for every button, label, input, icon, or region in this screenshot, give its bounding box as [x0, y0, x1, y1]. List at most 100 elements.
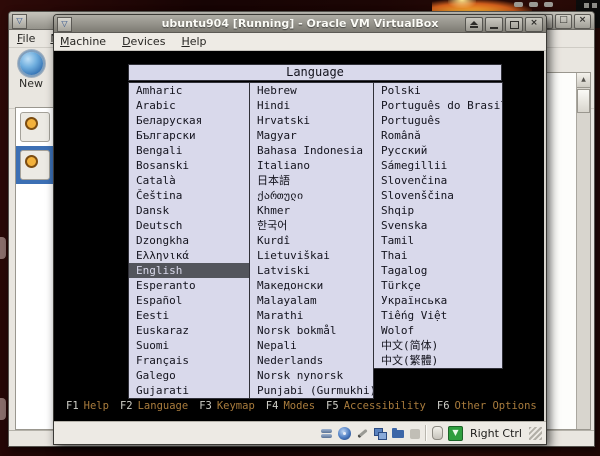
language-option[interactable]: Punjabi (Gurmukhi) — [250, 383, 373, 398]
language-option[interactable]: Arabic — [129, 98, 249, 113]
usb-devices-icon[interactable] — [356, 427, 369, 440]
language-option[interactable]: Українська — [374, 293, 502, 308]
vm-system-menu-icon[interactable]: ▽ — [57, 17, 72, 32]
eject-icon — [470, 21, 478, 25]
desktop-background: ▽ – □ × File Machine Help New Settings — [0, 0, 600, 456]
network-adapters-icon[interactable] — [374, 427, 387, 440]
cd-rom-icon[interactable] — [338, 427, 351, 440]
language-option[interactable]: Lietuviškai — [250, 248, 373, 263]
vm-menu-help[interactable]: Help — [181, 35, 206, 48]
language-option[interactable]: Čeština — [129, 188, 249, 203]
language-option[interactable]: Malayalam — [250, 293, 373, 308]
language-column-3: PolskiPortuguês do BrasilPortuguêsRomână… — [373, 82, 503, 369]
language-option[interactable]: Slovenščina — [374, 188, 502, 203]
language-option[interactable]: Euskaraz — [129, 323, 249, 338]
language-option[interactable]: Nepali — [250, 338, 373, 353]
language-option[interactable]: Македонски — [250, 278, 373, 293]
language-option[interactable]: Български — [129, 128, 249, 143]
language-option[interactable]: Suomi — [129, 338, 249, 353]
language-option[interactable]: Svenska — [374, 218, 502, 233]
manager-maximize-button[interactable]: □ — [555, 14, 572, 29]
language-option[interactable]: Русский — [374, 143, 502, 158]
vm-titlebar[interactable]: ▽ ubuntu904 [Running] - Oracle VM Virtua… — [54, 15, 546, 33]
language-option[interactable]: ქართული — [250, 188, 373, 203]
vm-maximize-button[interactable] — [505, 17, 523, 32]
language-option[interactable]: Marathi — [250, 308, 373, 323]
language-option[interactable]: Gujarati — [129, 383, 249, 398]
language-option[interactable]: Hindi — [250, 98, 373, 113]
panel-indicator-dots — [514, 2, 553, 7]
language-option[interactable]: 한국어 — [250, 218, 373, 233]
shared-folders-icon[interactable] — [392, 427, 405, 440]
language-option[interactable]: Italiano — [250, 158, 373, 173]
language-option[interactable]: Slovenčina — [374, 173, 502, 188]
vm-os-icon — [20, 150, 50, 180]
language-option[interactable]: Català — [129, 173, 249, 188]
vm-minimize-button[interactable] — [485, 17, 503, 32]
language-option[interactable]: Türkçe — [374, 278, 502, 293]
language-option[interactable]: Wolof — [374, 323, 502, 338]
statusbar-separator — [425, 425, 427, 441]
language-option[interactable]: Беларуская — [129, 113, 249, 128]
vm-menu-machine[interactable]: Machine — [60, 35, 106, 48]
language-option[interactable]: 日本語 — [250, 173, 373, 188]
vm-close-button[interactable]: × — [525, 17, 543, 32]
function-key-hint: F5Accessibility — [326, 400, 426, 412]
language-column-2: HebrewHindiHrvatskiMagyarBahasa Indonesi… — [249, 82, 374, 399]
language-option[interactable]: Dzongkha — [129, 233, 249, 248]
language-option[interactable]: Hrvatski — [250, 113, 373, 128]
language-option[interactable]: Thai — [374, 248, 502, 263]
new-vm-label: New — [19, 77, 43, 90]
language-option[interactable]: Norsk bokmål — [250, 323, 373, 338]
language-option[interactable]: Norsk nynorsk — [250, 368, 373, 383]
language-option[interactable]: Amharic — [129, 83, 249, 98]
language-option[interactable]: Tamil — [374, 233, 502, 248]
language-option[interactable]: Nederlands — [250, 353, 373, 368]
new-vm-button[interactable]: New — [19, 52, 43, 90]
language-option[interactable]: Dansk — [129, 203, 249, 218]
language-option[interactable]: Français — [129, 353, 249, 368]
language-option[interactable]: Ελληνικά — [129, 248, 249, 263]
language-option[interactable]: Bahasa Indonesia — [250, 143, 373, 158]
language-option[interactable]: Română — [374, 128, 502, 143]
language-option[interactable]: Português do Brasil — [374, 98, 502, 113]
scrollbar-thumb[interactable] — [577, 89, 590, 113]
language-option[interactable]: Português — [374, 113, 502, 128]
manager-system-menu-icon[interactable]: ▽ — [12, 14, 27, 29]
language-option[interactable]: Polski — [374, 83, 502, 98]
manager-menu-file[interactable]: File — [17, 32, 35, 45]
language-option[interactable]: Bengali — [129, 143, 249, 158]
scrollbar-up-arrow-icon[interactable]: ▲ — [577, 73, 590, 88]
corner-window-icon — [584, 3, 589, 8]
language-option[interactable]: Khmer — [250, 203, 373, 218]
manager-close-button[interactable]: × — [574, 14, 591, 29]
language-option[interactable]: 中文(简体) — [374, 338, 502, 353]
language-option[interactable]: Esperanto — [129, 278, 249, 293]
details-scrollbar[interactable]: ▲ — [576, 73, 590, 429]
language-option[interactable]: Latviski — [250, 263, 373, 278]
minimize-icon — [490, 27, 498, 29]
vm-guest-screen[interactable]: Language AmharicArabicБеларускаяБългарск… — [54, 51, 544, 421]
language-option[interactable]: Sámegillii — [374, 158, 502, 173]
language-option[interactable]: Deutsch — [129, 218, 249, 233]
language-option[interactable]: Eesti — [129, 308, 249, 323]
resize-grip[interactable] — [529, 427, 542, 440]
language-option[interactable]: Kurdî — [250, 233, 373, 248]
function-key-hint: F3Keymap — [199, 400, 255, 412]
language-option[interactable]: Galego — [129, 368, 249, 383]
language-option[interactable]: Shqip — [374, 203, 502, 218]
vm-shade-button[interactable] — [465, 17, 483, 32]
language-option[interactable]: Magyar — [250, 128, 373, 143]
usb-disabled-icon — [410, 429, 420, 439]
language-option[interactable]: Bosanski — [129, 158, 249, 173]
language-option[interactable]: Español — [129, 293, 249, 308]
language-option[interactable]: 中文(繁體) — [374, 353, 502, 368]
language-option[interactable]: Hebrew — [250, 83, 373, 98]
hard-disk-icon[interactable] — [320, 427, 333, 440]
vm-menu-devices[interactable]: Devices — [122, 35, 165, 48]
language-option[interactable]: Tiếng Việt — [374, 308, 502, 323]
desktop-icon-clipped — [0, 398, 6, 420]
language-option[interactable]: English — [129, 263, 249, 278]
language-option[interactable]: Tagalog — [374, 263, 502, 278]
new-vm-icon — [20, 52, 43, 75]
